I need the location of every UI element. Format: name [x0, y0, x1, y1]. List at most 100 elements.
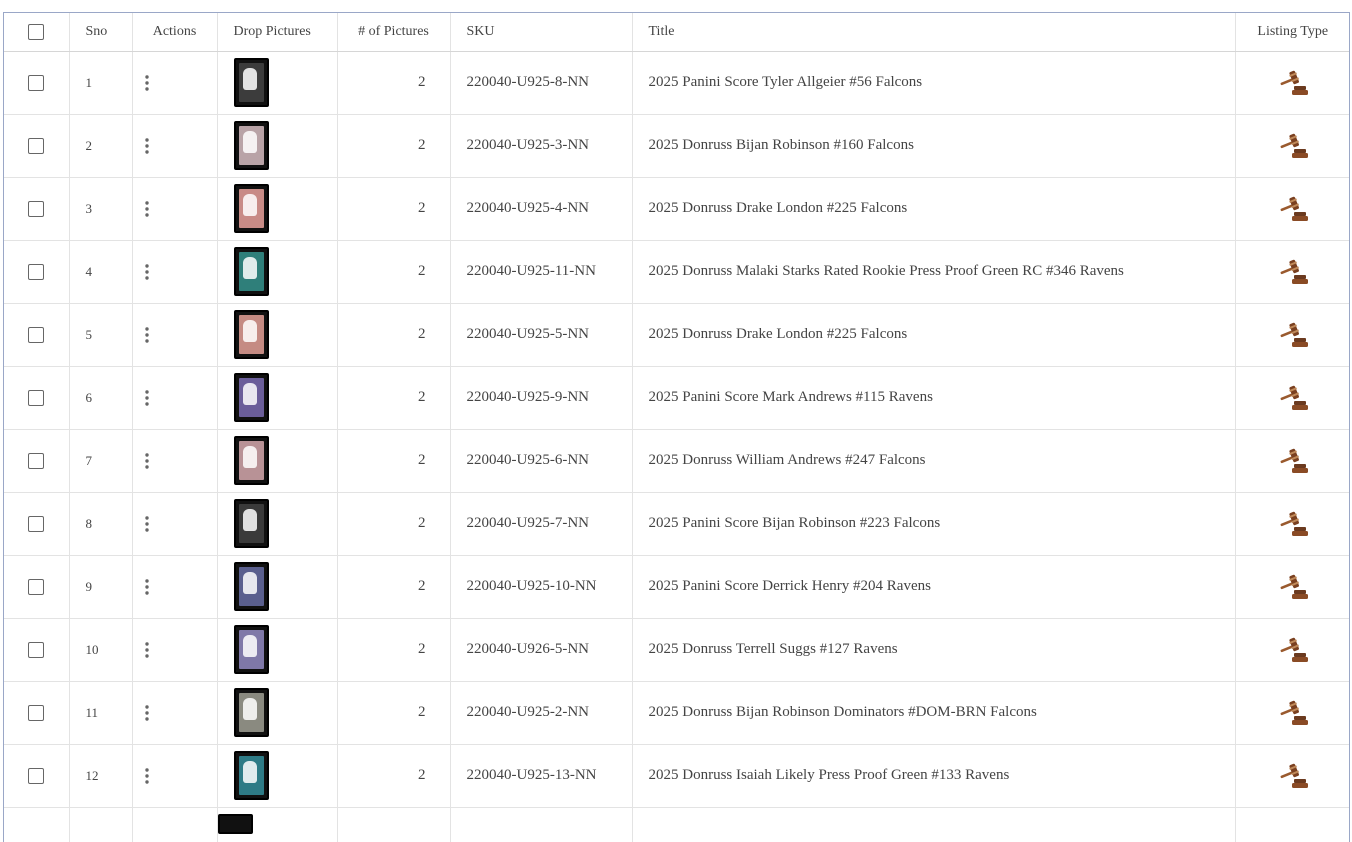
row-listing-type-cell[interactable]	[1235, 492, 1349, 556]
row-listing-type-cell[interactable]	[1235, 114, 1349, 178]
row-select-cell[interactable]	[4, 618, 70, 682]
row-select-cell[interactable]	[4, 429, 70, 493]
more-vert-icon[interactable]	[144, 326, 149, 343]
row-checkbox[interactable]	[28, 137, 45, 154]
select-all-checkbox[interactable]	[28, 23, 45, 40]
auction-gavel-icon[interactable]	[1278, 447, 1308, 475]
row-drop-pictures-cell[interactable]	[217, 177, 338, 241]
row-drop-pictures-cell[interactable]	[217, 618, 338, 682]
row-listing-type-cell[interactable]	[1235, 366, 1349, 430]
table-row[interactable]: 11 2 220040-U925-2-NN 2025 Donruss Bijan…	[4, 681, 1349, 745]
table-row[interactable]: 1 2 220040-U925-8-NN 2025 Panini Score T…	[4, 51, 1349, 115]
row-listing-type-cell[interactable]	[1235, 744, 1349, 808]
row-checkbox[interactable]	[28, 641, 45, 658]
auction-gavel-icon[interactable]	[1278, 384, 1308, 412]
card-thumbnail[interactable]	[233, 562, 269, 611]
table-row[interactable]: 3 2 220040-U925-4-NN 2025 Donruss Drake …	[4, 177, 1349, 241]
row-checkbox[interactable]	[28, 263, 45, 280]
row-actions-cell[interactable]	[132, 303, 218, 367]
table-row[interactable]: 10 2 220040-U926-5-NN 2025 Donruss Terre…	[4, 618, 1349, 682]
row-drop-pictures-cell[interactable]	[217, 366, 338, 430]
row-select-cell[interactable]	[4, 114, 70, 178]
more-vert-icon[interactable]	[144, 578, 149, 595]
row-select-cell[interactable]	[4, 366, 70, 430]
row-drop-pictures-cell[interactable]	[217, 492, 338, 556]
row-select-cell[interactable]	[4, 744, 70, 808]
row-listing-type-cell[interactable]	[1235, 51, 1349, 115]
more-vert-icon[interactable]	[144, 200, 149, 217]
card-thumbnail[interactable]	[233, 436, 269, 485]
column-header-sku[interactable]: SKU	[450, 13, 633, 52]
row-drop-pictures-cell[interactable]	[217, 744, 338, 808]
row-checkbox[interactable]	[28, 326, 45, 343]
row-actions-cell[interactable]	[132, 429, 218, 493]
row-drop-pictures-cell[interactable]	[217, 303, 338, 367]
row-select-cell[interactable]	[4, 681, 70, 745]
row-actions-cell[interactable]	[132, 555, 218, 619]
card-thumbnail[interactable]	[233, 121, 269, 170]
table-row[interactable]: 4 2 220040-U925-11-NN 2025 Donruss Malak…	[4, 240, 1349, 304]
row-actions-cell[interactable]	[132, 618, 218, 682]
auction-gavel-icon[interactable]	[1278, 762, 1308, 790]
table-row[interactable]: 9 2 220040-U925-10-NN 2025 Panini Score …	[4, 555, 1349, 619]
table-row[interactable]: 12 2 220040-U925-13-NN 2025 Donruss Isai…	[4, 744, 1349, 808]
auction-gavel-icon[interactable]	[1278, 573, 1308, 601]
more-vert-icon[interactable]	[144, 74, 149, 91]
row-listing-type-cell[interactable]	[1235, 681, 1349, 745]
row-drop-pictures-cell[interactable]	[217, 240, 338, 304]
auction-gavel-icon[interactable]	[1278, 195, 1308, 223]
card-thumbnail[interactable]	[233, 751, 269, 800]
more-vert-icon[interactable]	[144, 704, 149, 721]
auction-gavel-icon[interactable]	[1278, 636, 1308, 664]
row-drop-pictures-cell[interactable]	[217, 114, 338, 178]
row-checkbox[interactable]	[28, 74, 45, 91]
row-listing-type-cell[interactable]	[1235, 618, 1349, 682]
card-thumbnail[interactable]	[233, 247, 269, 296]
table-row[interactable]: 6 2 220040-U925-9-NN 2025 Panini Score M…	[4, 366, 1349, 430]
row-select-cell[interactable]	[4, 555, 70, 619]
row-actions-cell[interactable]	[132, 492, 218, 556]
row-drop-pictures-cell[interactable]	[217, 429, 338, 493]
row-actions-cell[interactable]	[132, 366, 218, 430]
auction-gavel-icon[interactable]	[1278, 510, 1308, 538]
more-vert-icon[interactable]	[144, 389, 149, 406]
card-thumbnail[interactable]	[233, 625, 269, 674]
auction-gavel-icon[interactable]	[1278, 321, 1308, 349]
row-checkbox[interactable]	[28, 515, 45, 532]
row-drop-pictures-cell[interactable]	[217, 51, 338, 115]
auction-gavel-icon[interactable]	[1278, 69, 1308, 97]
row-listing-type-cell[interactable]	[1235, 303, 1349, 367]
card-thumbnail[interactable]	[233, 184, 269, 233]
row-checkbox[interactable]	[28, 200, 45, 217]
more-vert-icon[interactable]	[144, 452, 149, 469]
row-select-cell[interactable]	[4, 51, 70, 115]
column-header-sno[interactable]: Sno	[69, 13, 133, 52]
column-header-num-pictures[interactable]: # of Pictures	[337, 13, 451, 52]
row-checkbox[interactable]	[28, 452, 45, 469]
card-thumbnail[interactable]	[233, 58, 269, 107]
row-checkbox[interactable]	[28, 578, 45, 595]
column-header-title[interactable]: Title	[632, 13, 1236, 52]
row-actions-cell[interactable]	[132, 744, 218, 808]
row-select-cell[interactable]	[4, 240, 70, 304]
row-listing-type-cell[interactable]	[1235, 429, 1349, 493]
auction-gavel-icon[interactable]	[1278, 258, 1308, 286]
row-listing-type-cell[interactable]	[1235, 240, 1349, 304]
more-vert-icon[interactable]	[144, 263, 149, 280]
card-thumbnail[interactable]	[233, 373, 269, 422]
more-vert-icon[interactable]	[144, 137, 149, 154]
row-actions-cell[interactable]	[132, 177, 218, 241]
more-vert-icon[interactable]	[144, 641, 149, 658]
card-thumbnail[interactable]	[233, 310, 269, 359]
row-checkbox[interactable]	[28, 767, 45, 784]
row-drop-pictures-cell[interactable]	[217, 555, 338, 619]
auction-gavel-icon[interactable]	[1278, 132, 1308, 160]
row-select-cell[interactable]	[4, 492, 70, 556]
card-thumbnail[interactable]	[233, 688, 269, 737]
row-checkbox[interactable]	[28, 704, 45, 721]
row-select-cell[interactable]	[4, 303, 70, 367]
row-actions-cell[interactable]	[132, 240, 218, 304]
card-thumbnail[interactable]	[233, 499, 269, 548]
row-listing-type-cell[interactable]	[1235, 177, 1349, 241]
table-row[interactable]: 7 2 220040-U925-6-NN 2025 Donruss Willia…	[4, 429, 1349, 493]
